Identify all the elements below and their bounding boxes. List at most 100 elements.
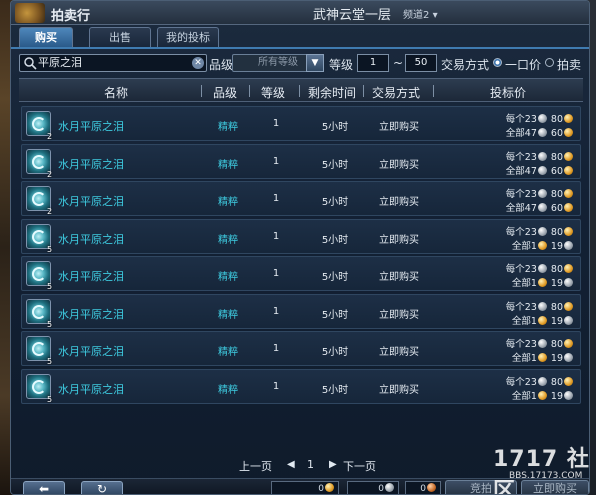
channel-selector[interactable]: 频道2 ▾ [403, 6, 438, 21]
gold-coin-icon [564, 301, 573, 311]
column-divider [433, 85, 434, 97]
price-each: 每个23 80 [505, 149, 574, 163]
item-grade: 精粹 [218, 309, 238, 321]
level-max-input[interactable]: 50 [405, 54, 437, 72]
gold-coin-icon [537, 240, 547, 250]
tear-item-icon: 5 [26, 298, 52, 329]
item-name[interactable]: 水月平原之泪 [58, 193, 124, 209]
item-trade-method: 立即购买 [379, 309, 419, 321]
table-row[interactable]: 5 水月平原之泪 精粹 1 5小时 立即购买 每个23 80 全部1 19 [21, 331, 581, 366]
price-each-label: 每个 [505, 151, 525, 163]
table-row[interactable]: 2 水月平原之泪 精粹 1 5小时 立即购买 每个23 80 全部47 60 [21, 181, 581, 216]
gold-coin-icon [325, 483, 334, 492]
silver-coin-icon [564, 278, 573, 287]
column-divider [249, 85, 250, 97]
col-level: 等级 [260, 86, 285, 100]
gold-coin-icon [564, 114, 573, 123]
item-trade-method: 立即购买 [379, 234, 419, 246]
item-stack-count: 2 [47, 169, 53, 179]
gold-coin-icon [564, 339, 573, 348]
table-row[interactable]: 2 水月平原之泪 精粹 1 5小时 立即购买 每个23 80 全部47 60 [21, 106, 581, 141]
chevron-down-icon: ▾ [432, 10, 438, 21]
buyout-radio[interactable] [493, 58, 502, 67]
table-row[interactable]: 5 水月平原之泪 精粹 1 5小时 立即购买 每个23 80 全部1 19 [21, 293, 581, 329]
item-name[interactable]: 水月平原之泪 [58, 306, 124, 322]
item-grade: 精粹 [218, 234, 238, 246]
grade-label: 品级 [209, 58, 234, 72]
silver-coin-icon [564, 390, 573, 400]
price-all-minor: 19 [550, 353, 563, 364]
tab-sell[interactable]: 出售 [89, 27, 151, 47]
watermark-logo: 1717 社区 [493, 447, 590, 495]
table-row[interactable]: 2 水月平原之泪 精粹 1 5小时 立即购买 每个23 80 全部47 60 [21, 143, 581, 179]
silver-coin-icon [537, 151, 547, 161]
price-all-label: 全部 [505, 165, 525, 177]
search-input[interactable] [38, 55, 188, 71]
auction-label: 拍卖 [557, 58, 582, 72]
item-name[interactable]: 水月平原之泪 [58, 381, 124, 397]
swirl-icon [32, 229, 46, 244]
price-all-label: 全部 [511, 315, 531, 327]
tab-my-bids[interactable]: 我的投标 [157, 27, 219, 47]
price-each-major: 23 [524, 264, 537, 275]
copper-coin-icon [427, 483, 436, 492]
col-name: 名称 [103, 86, 128, 100]
price-each-major: 23 [524, 189, 537, 200]
chevron-left-icon[interactable]: ◀ [287, 459, 297, 471]
price-each: 每个23 80 [505, 374, 574, 388]
swirl-icon [32, 192, 46, 206]
col-grade: 品级 [212, 86, 237, 100]
price-all-minor: 60 [550, 128, 563, 139]
prev-page-button[interactable]: 上一页 [239, 458, 272, 474]
item-name[interactable]: 水月平原之泪 [58, 343, 124, 359]
col-bid-price: 投标价 [489, 86, 526, 100]
channel-label: 频道2 [403, 10, 430, 21]
price-all: 全部1 19 [511, 275, 574, 289]
level-min-input[interactable]: 1 [357, 54, 389, 72]
table-row[interactable]: 5 水月平原之泪 精粹 1 5小时 立即购买 每个23 80 全部1 19 [21, 368, 581, 404]
item-level: 1 [272, 118, 280, 129]
gold-coin-icon [537, 353, 547, 362]
item-stack-count: 5 [47, 319, 53, 329]
back-button[interactable]: ⬅ [23, 481, 65, 494]
auction-radio[interactable] [545, 58, 554, 67]
tab-buy[interactable]: 购买 [19, 27, 73, 47]
filter-bar: ✕ 品级 所有等级 ▼ 等级 1 ~ 50 交易方式 一口价 拍卖 [11, 52, 589, 74]
chevron-right-icon[interactable]: ▶ [329, 459, 339, 471]
price-each-label: 每个 [505, 114, 525, 125]
item-level: 1 [272, 343, 280, 354]
table-row[interactable]: 5 水月平原之泪 精粹 1 5小时 立即购买 每个23 80 全部1 19 [21, 256, 581, 291]
item-stack-count: 2 [47, 207, 53, 216]
price-all: 全部47 60 [505, 163, 574, 177]
price-all-label: 全部 [511, 278, 531, 289]
item-name[interactable]: 水月平原之泪 [58, 118, 124, 134]
price-each-major: 23 [524, 114, 537, 125]
refresh-button[interactable]: ↻ [81, 481, 123, 494]
search-field[interactable]: ✕ [19, 54, 207, 72]
item-level: 1 [272, 305, 280, 317]
money-gold: 0 [271, 481, 339, 494]
current-page: 1 [307, 458, 314, 471]
gold-coin-icon [537, 390, 547, 400]
item-name[interactable]: 水月平原之泪 [58, 268, 124, 284]
swirl-icon [32, 342, 46, 356]
silver-coin-icon [537, 128, 547, 137]
item-time-left: 5小时 [321, 272, 349, 283]
item-level: 1 [272, 155, 280, 167]
chevron-down-icon[interactable]: ▼ [306, 54, 324, 72]
price-each-minor: 80 [550, 114, 563, 125]
table-row[interactable]: 5 水月平原之泪 精粹 1 5小时 立即购买 每个23 80 全部1 19 [21, 218, 581, 254]
item-stack-count: 5 [47, 357, 53, 366]
clear-icon[interactable]: ✕ [192, 57, 204, 69]
item-grade: 精粹 [218, 197, 238, 208]
item-name[interactable]: 水月平原之泪 [58, 231, 124, 247]
item-name[interactable]: 水月平原之泪 [58, 156, 124, 172]
price-each-label: 每个 [505, 376, 525, 388]
item-trade-method: 立即购买 [379, 272, 419, 283]
title-bar: 拍卖行 武神云堂一层 频道2 ▾ [11, 1, 589, 25]
price-all-label: 全部 [511, 390, 531, 402]
next-page-button[interactable]: 下一页 [343, 458, 376, 474]
price-each: 每个23 80 [506, 186, 574, 200]
level-range-separator: ~ [393, 56, 404, 70]
trade-method-label: 交易方式 [441, 58, 490, 72]
